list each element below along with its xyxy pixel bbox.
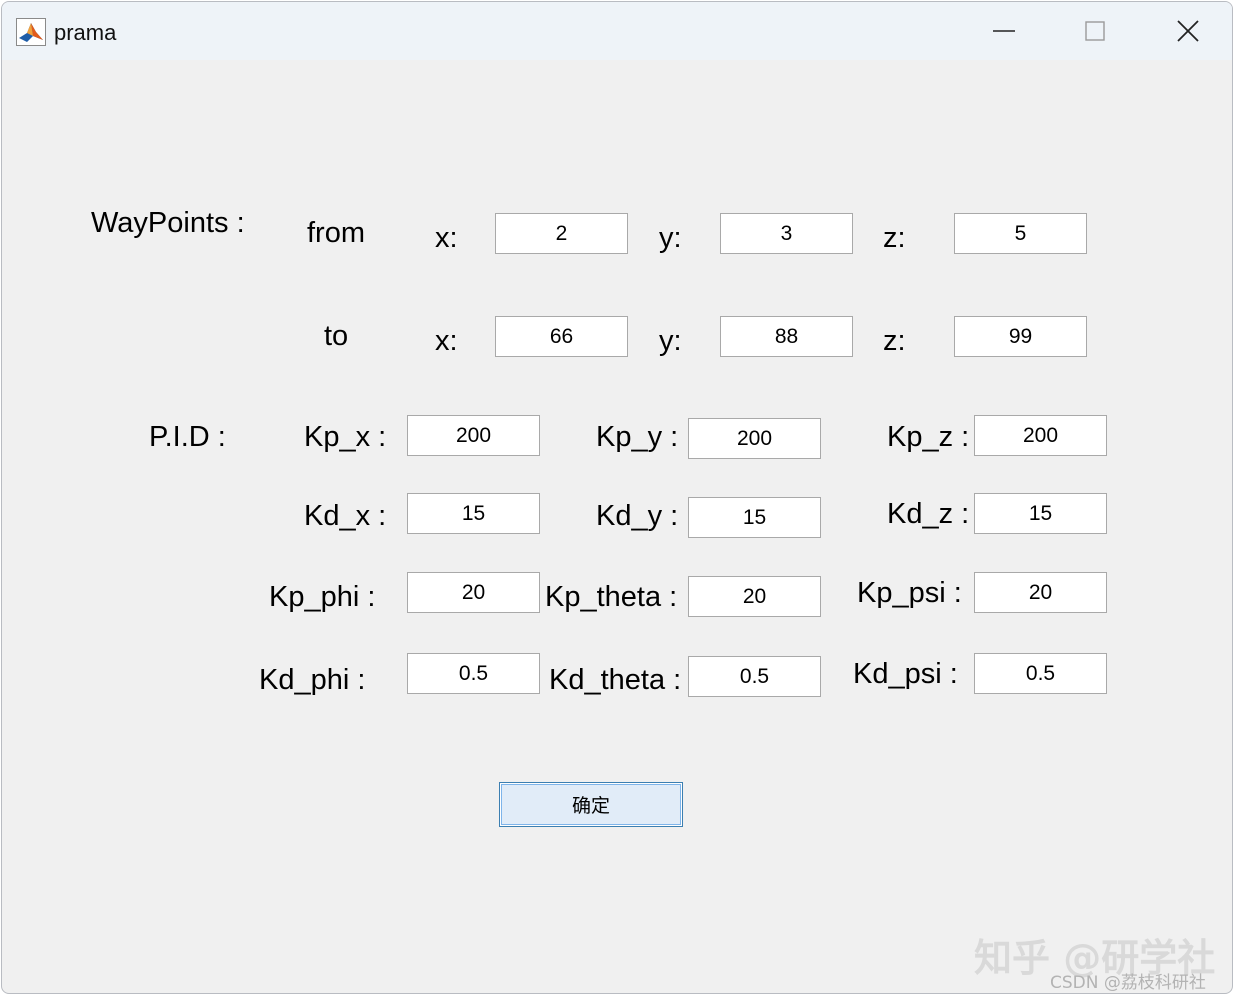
kd-theta-label: Kd_theta : <box>549 664 682 696</box>
kp-phi-label: Kp_phi : <box>269 581 376 613</box>
kd-phi-input[interactable] <box>407 653 540 694</box>
minimize-icon <box>993 20 1015 42</box>
to-label: to <box>324 320 349 352</box>
kd-y-input[interactable] <box>688 497 821 538</box>
kd-z-input[interactable] <box>974 493 1107 534</box>
kd-psi-input[interactable] <box>974 653 1107 694</box>
kp-psi-input[interactable] <box>974 572 1107 613</box>
waypoints-label: WayPoints : <box>91 207 245 239</box>
title-bar[interactable]: prama <box>2 2 1232 60</box>
kp-x-label: Kp_x : <box>304 421 387 453</box>
kp-psi-label: Kp_psi : <box>857 577 962 609</box>
to-y-label: y: <box>659 325 682 357</box>
to-z-label: z: <box>883 325 906 357</box>
kd-psi-label: Kd_psi : <box>853 658 958 690</box>
to-x-label: x: <box>435 325 458 357</box>
confirm-button[interactable]: 确定 <box>499 782 683 827</box>
minimize-button[interactable] <box>972 10 1036 52</box>
kp-phi-input[interactable] <box>407 572 540 613</box>
to-x-input[interactable] <box>495 316 628 357</box>
app-window: prama WayPoints : from x: y: z: to x: <box>1 1 1233 994</box>
to-y-input[interactable] <box>720 316 853 357</box>
from-z-label: z: <box>883 222 906 254</box>
from-label: from <box>307 217 365 249</box>
kp-y-label: Kp_y : <box>596 421 679 453</box>
kp-x-input[interactable] <box>407 415 540 456</box>
kp-theta-input[interactable] <box>688 576 821 617</box>
from-z-input[interactable] <box>954 213 1087 254</box>
pid-label: P.I.D : <box>149 421 226 453</box>
from-y-input[interactable] <box>720 213 853 254</box>
kd-theta-input[interactable] <box>688 656 821 697</box>
from-y-label: y: <box>659 222 682 254</box>
to-z-input[interactable] <box>954 316 1087 357</box>
kp-theta-label: Kp_theta : <box>545 581 678 613</box>
watermark-sub: CSDN @荔枝科研社 <box>1050 973 1206 993</box>
kd-x-input[interactable] <box>407 493 540 534</box>
from-x-input[interactable] <box>495 213 628 254</box>
kd-z-label: Kd_z : <box>887 498 970 530</box>
matlab-icon <box>16 18 46 46</box>
maximize-button[interactable] <box>1063 10 1127 52</box>
close-icon <box>1176 19 1200 43</box>
kp-z-label: Kp_z : <box>887 421 970 453</box>
from-x-label: x: <box>435 222 458 254</box>
kp-z-input[interactable] <box>974 415 1107 456</box>
close-button[interactable] <box>1156 10 1220 52</box>
maximize-icon <box>1084 20 1106 42</box>
kp-y-input[interactable] <box>688 418 821 459</box>
kd-phi-label: Kd_phi : <box>259 664 366 696</box>
kd-y-label: Kd_y : <box>596 500 679 532</box>
kd-x-label: Kd_x : <box>304 500 387 532</box>
window-title: prama <box>54 20 117 45</box>
